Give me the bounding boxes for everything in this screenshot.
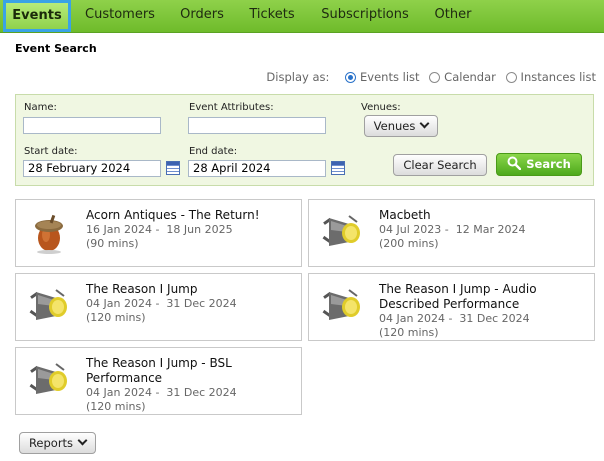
event-card[interactable]: Acorn Antiques - The Return! 16 Jan 2024… — [15, 199, 302, 267]
end-date-input[interactable]: 28 April 2024 — [188, 160, 326, 177]
event-card[interactable]: The Reason I Jump - Audio Described Perf… — [308, 273, 595, 341]
event-duration: (120 mins) — [86, 311, 146, 324]
reports-dropdown[interactable]: Reports — [19, 432, 96, 454]
end-date-label: End date: — [189, 146, 238, 157]
attributes-label: Event Attributes: — [189, 102, 274, 113]
event-dates: 04 Jan 2024 - 31 Dec 2024 — [86, 297, 237, 310]
display-as-group: Display as: Events list Calendar Instanc… — [266, 70, 596, 84]
start-date-label: Start date: — [24, 146, 78, 157]
event-title[interactable]: Acorn Antiques - The Return! — [86, 208, 296, 223]
reports-label: Reports — [28, 436, 74, 450]
radio-instances-list-label[interactable]: Instances list — [521, 70, 596, 84]
event-dates: 16 Jan 2024 - 18 Jun 2025 — [86, 223, 233, 236]
event-title[interactable]: The Reason I Jump — [86, 282, 296, 297]
radio-instances-list[interactable] — [505, 72, 517, 83]
event-title[interactable]: The Reason I Jump - Audio Described Perf… — [379, 282, 589, 311]
display-as-label: Display as: — [266, 70, 330, 84]
name-input[interactable] — [23, 117, 161, 134]
event-title[interactable]: Macbeth — [379, 208, 589, 223]
top-nav: Events Customers Orders Tickets Subscrip… — [0, 0, 604, 33]
event-duration: (120 mins) — [379, 326, 439, 339]
event-dates: 04 Jan 2024 - 31 Dec 2024 — [86, 386, 237, 399]
event-card[interactable]: The Reason I Jump 04 Jan 2024 - 31 Dec 2… — [15, 273, 302, 341]
calendar-icon[interactable] — [166, 161, 180, 175]
calendar-icon[interactable] — [331, 161, 345, 175]
tab-other[interactable]: Other — [426, 0, 480, 30]
spotlight-icon — [29, 289, 67, 320]
event-dates: 04 Jul 2023 - 12 Mar 2024 — [379, 223, 526, 236]
chevron-down-icon — [419, 118, 430, 129]
attributes-input[interactable] — [188, 117, 326, 134]
event-title[interactable]: The Reason I Jump - BSL Performance — [86, 356, 296, 385]
tab-orders[interactable]: Orders — [172, 0, 232, 30]
acorn-icon — [35, 214, 63, 254]
radio-calendar[interactable] — [429, 72, 441, 83]
event-duration: (120 mins) — [86, 400, 146, 413]
tab-subscriptions[interactable]: Subscriptions — [316, 0, 414, 30]
event-duration: (90 mins) — [86, 237, 139, 250]
search-button-label: Search — [526, 157, 571, 171]
event-dates: 04 Jan 2024 - 31 Dec 2024 — [379, 312, 530, 325]
page-title: Event Search — [15, 42, 97, 55]
name-label: Name: — [24, 102, 57, 113]
spotlight-icon — [322, 289, 360, 320]
tab-customers[interactable]: Customers — [78, 0, 162, 30]
search-icon — [507, 156, 522, 171]
tab-events[interactable]: Events — [3, 0, 71, 32]
tab-tickets[interactable]: Tickets — [243, 0, 301, 30]
radio-events-list-label[interactable]: Events list — [360, 70, 419, 84]
radio-calendar-label[interactable]: Calendar — [444, 70, 496, 84]
event-card[interactable]: Macbeth 04 Jul 2023 - 12 Mar 2024 (200 m… — [308, 199, 595, 267]
search-button[interactable]: Search — [496, 153, 582, 176]
search-panel: Name: Event Attributes: Venues: Venues S… — [15, 94, 594, 186]
start-date-input[interactable]: 28 February 2024 — [23, 160, 161, 177]
clear-search-button[interactable]: Clear Search — [393, 154, 487, 176]
radio-events-list[interactable] — [345, 72, 357, 83]
event-duration: (200 mins) — [379, 237, 439, 250]
event-card[interactable]: The Reason I Jump - BSL Performance 04 J… — [15, 347, 302, 415]
venues-select-label: Venues — [373, 119, 416, 133]
venues-select[interactable]: Venues — [364, 115, 438, 137]
chevron-down-icon — [77, 435, 88, 446]
venues-label: Venues: — [361, 102, 401, 113]
spotlight-icon — [322, 215, 360, 246]
spotlight-icon — [29, 363, 67, 394]
